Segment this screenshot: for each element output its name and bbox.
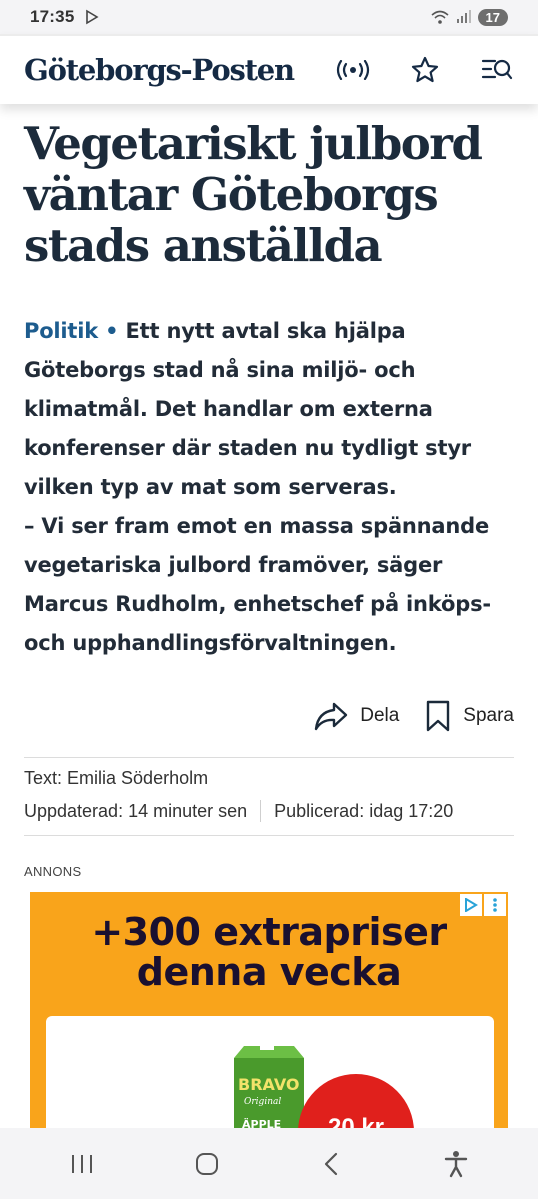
lead-text: Ett nytt avtal ska hjälpa Göteborgs stad… bbox=[24, 319, 471, 499]
lead-quote: – Vi ser fram emot en massa spännande ve… bbox=[24, 514, 491, 655]
category-link[interactable]: Politik bbox=[24, 319, 98, 343]
ad-headline-line2: denna vecka bbox=[136, 950, 402, 994]
site-logo[interactable]: Göteborgs-Posten bbox=[24, 53, 295, 87]
app-header: Göteborgs-Posten bbox=[0, 34, 538, 104]
product-variant: Original bbox=[244, 1097, 281, 1107]
byline-author[interactable]: Emilia Söderholm bbox=[67, 768, 208, 788]
article-lead: Politik • Ett nytt avtal ska hjälpa Göte… bbox=[24, 312, 514, 663]
article-headline: Vegetariskt julbord väntar Göteborgs sta… bbox=[24, 117, 483, 272]
status-bar: 17:35 17 bbox=[0, 0, 538, 34]
product-brand: BRAVO bbox=[238, 1075, 300, 1094]
wifi-icon bbox=[431, 10, 449, 24]
save-button[interactable]: Spara bbox=[425, 700, 514, 732]
divider bbox=[24, 835, 514, 836]
save-label: Spara bbox=[463, 705, 514, 726]
share-icon bbox=[315, 702, 348, 731]
system-nav-bar bbox=[0, 1128, 538, 1199]
live-radio-icon[interactable] bbox=[336, 53, 370, 87]
published-time: Publicerad: idag 17:20 bbox=[274, 800, 454, 821]
back-icon[interactable] bbox=[311, 1144, 351, 1184]
ad-headline: +300 extrapriser denna vecka bbox=[30, 912, 508, 992]
date-separator bbox=[260, 800, 262, 822]
home-icon[interactable] bbox=[187, 1144, 227, 1184]
recent-apps-icon[interactable] bbox=[62, 1144, 102, 1184]
status-time: 17:35 bbox=[30, 7, 75, 26]
play-store-icon bbox=[86, 9, 100, 25]
ad-label: ANNONS bbox=[24, 864, 82, 879]
star-icon[interactable] bbox=[408, 53, 442, 87]
signal-icon bbox=[456, 10, 471, 23]
article-dates: Uppdaterad: 14 minuter sen Publicerad: i… bbox=[24, 800, 453, 822]
byline: Text: Emilia Söderholm bbox=[24, 768, 208, 789]
menu-search-icon[interactable] bbox=[480, 53, 514, 87]
article-actions: Dela Spara bbox=[314, 700, 514, 732]
byline-label: Text: bbox=[24, 768, 63, 788]
category-separator: • bbox=[105, 319, 119, 343]
divider bbox=[24, 757, 514, 758]
accessibility-icon[interactable] bbox=[436, 1144, 476, 1184]
ad-headline-line1: +300 extrapriser bbox=[91, 910, 447, 954]
notification-badge: 17 bbox=[477, 8, 508, 26]
updated-time: Uppdaterad: 14 minuter sen bbox=[24, 800, 248, 821]
share-button[interactable]: Dela bbox=[314, 701, 399, 731]
share-label: Dela bbox=[360, 705, 400, 726]
bookmark-icon bbox=[427, 700, 450, 732]
